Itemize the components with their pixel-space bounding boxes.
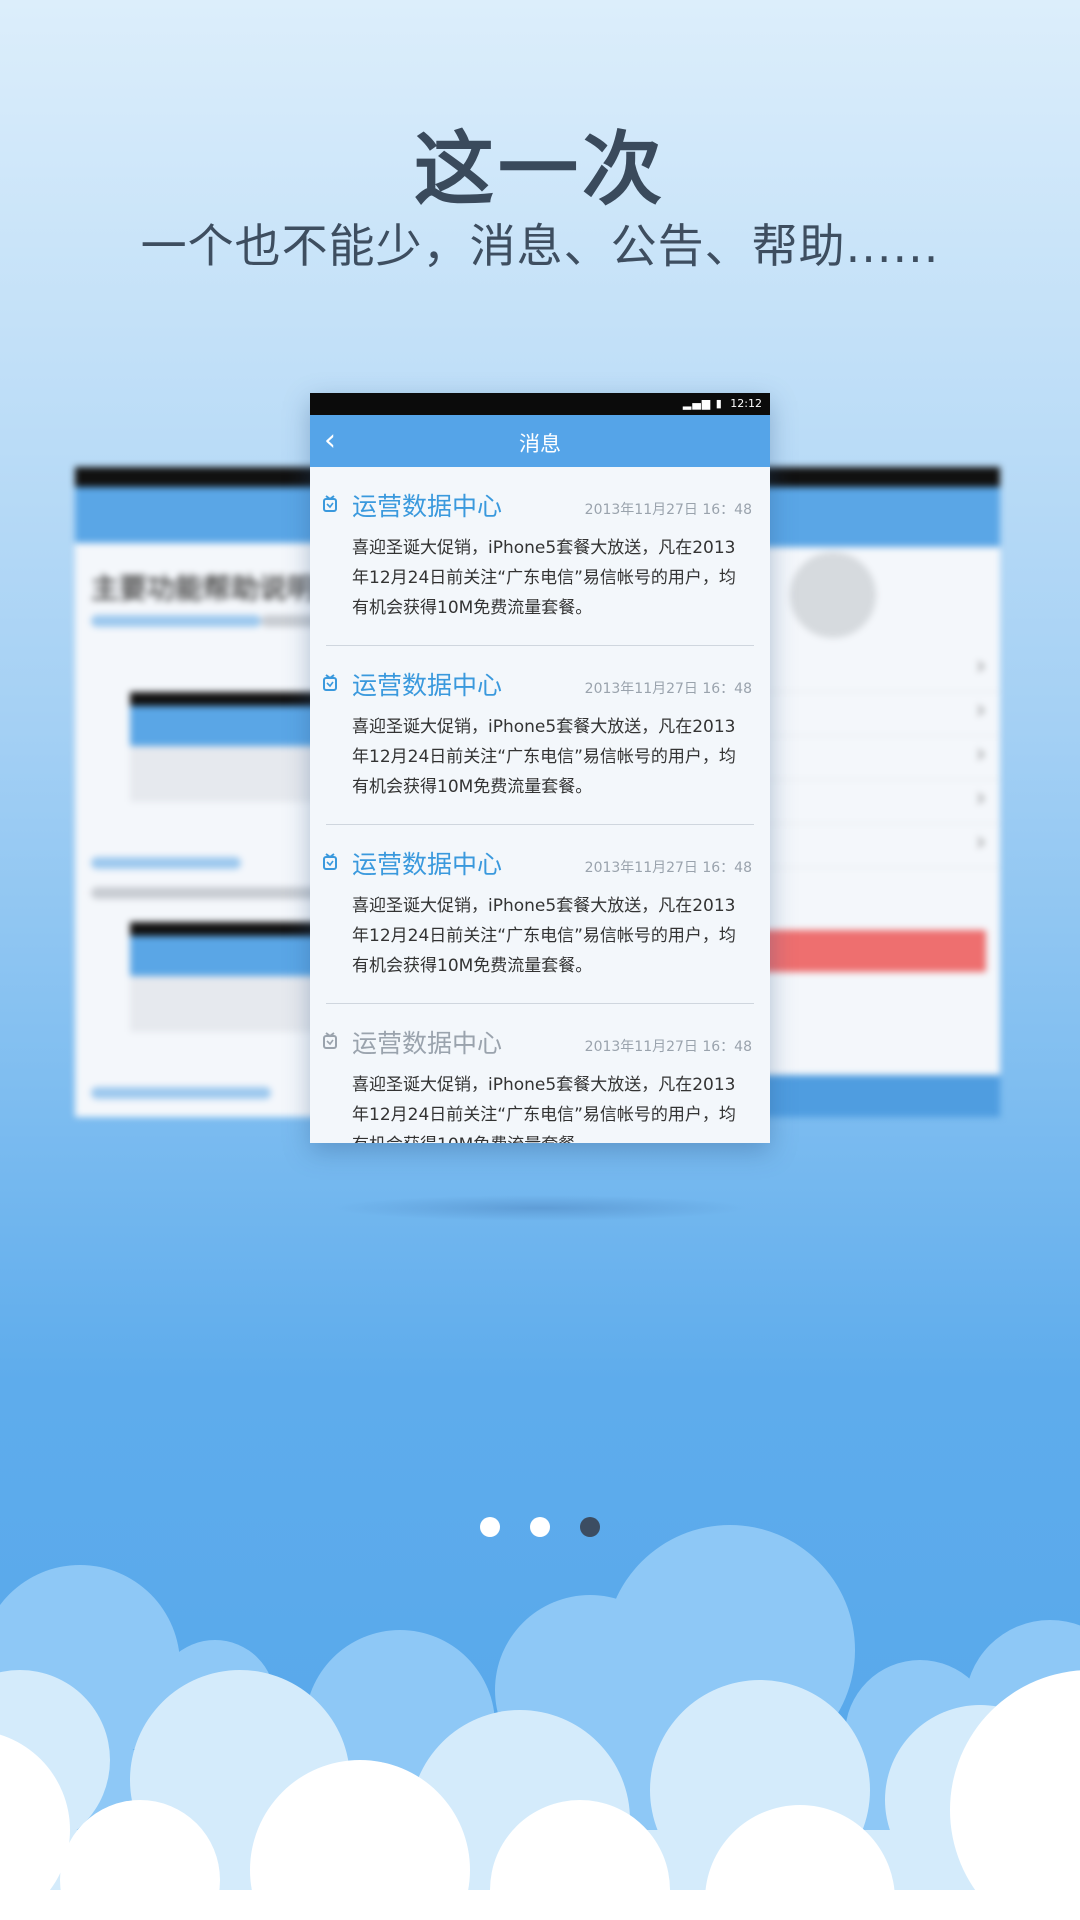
clouds-decoration <box>0 1525 1080 1920</box>
message-title: 运营数据中心 <box>352 671 503 700</box>
message-item[interactable]: 运营数据中心 2013年11月27日 16：48 喜迎圣诞大促销，iPhone5… <box>323 1004 754 1143</box>
message-body: 喜迎圣诞大促销，iPhone5套餐大放送，凡在2013年12月24日前关注“广东… <box>352 896 736 976</box>
message-icon <box>323 674 337 691</box>
help-link-line <box>91 1087 271 1099</box>
message-body: 喜迎圣诞大促销，iPhone5套餐大放送，凡在2013年12月24日前关注“广东… <box>352 538 736 618</box>
message-body: 喜迎圣诞大促销，iPhone5套餐大放送，凡在2013年12月24日前关注“广东… <box>352 717 736 797</box>
message-item[interactable]: 运营数据中心 2013年11月27日 16：48 喜迎圣诞大促销，iPhone5… <box>323 646 754 825</box>
message-icon <box>323 853 337 870</box>
help-text-line <box>91 887 341 899</box>
message-time: 2013年11月27日 16：48 <box>584 860 752 876</box>
help-link-line <box>91 615 261 627</box>
signal-icon: ▂▄▆ ▮ <box>682 397 723 410</box>
message-icon <box>323 495 337 512</box>
message-body: 喜迎圣诞大促销，iPhone5套餐大放送，凡在2013年12月24日前关注“广东… <box>352 1075 736 1143</box>
message-read-icon <box>323 1032 337 1049</box>
message-title: 运营数据中心 <box>352 492 503 521</box>
headline: 这一次 <box>414 123 666 216</box>
message-item[interactable]: 运营数据中心 2013年11月27日 16：48 喜迎圣诞大促销，iPhone5… <box>323 825 754 1004</box>
message-phone: ▂▄▆ ▮ 12:12 ‹ 消息 运营数据中心 2013年11月27日 16：4… <box>310 393 770 1143</box>
help-title: 主要功能帮助说明 <box>91 572 316 605</box>
subline: 一个也不能少，消息、公告、帮助...... <box>140 219 940 273</box>
message-title: 运营数据中心 <box>352 1029 503 1058</box>
nav-bar: ‹ 消息 <box>310 415 770 467</box>
message-time: 2013年11月27日 16：48 <box>584 502 752 518</box>
page-title: 消息 <box>519 432 561 456</box>
logout-button <box>760 930 986 972</box>
status-time: 12:12 <box>730 397 762 410</box>
message-title: 运营数据中心 <box>352 850 503 879</box>
avatar <box>790 552 876 638</box>
message-time: 2013年11月27日 16：48 <box>584 1039 752 1055</box>
phone-shadow <box>330 1195 750 1221</box>
status-bar: ▂▄▆ ▮ 12:12 <box>310 393 770 415</box>
message-item[interactable]: 运营数据中心 2013年11月27日 16：48 喜迎圣诞大促销，iPhone5… <box>323 467 754 646</box>
message-time: 2013年11月27日 16：48 <box>584 681 752 697</box>
help-link-line <box>91 857 241 869</box>
